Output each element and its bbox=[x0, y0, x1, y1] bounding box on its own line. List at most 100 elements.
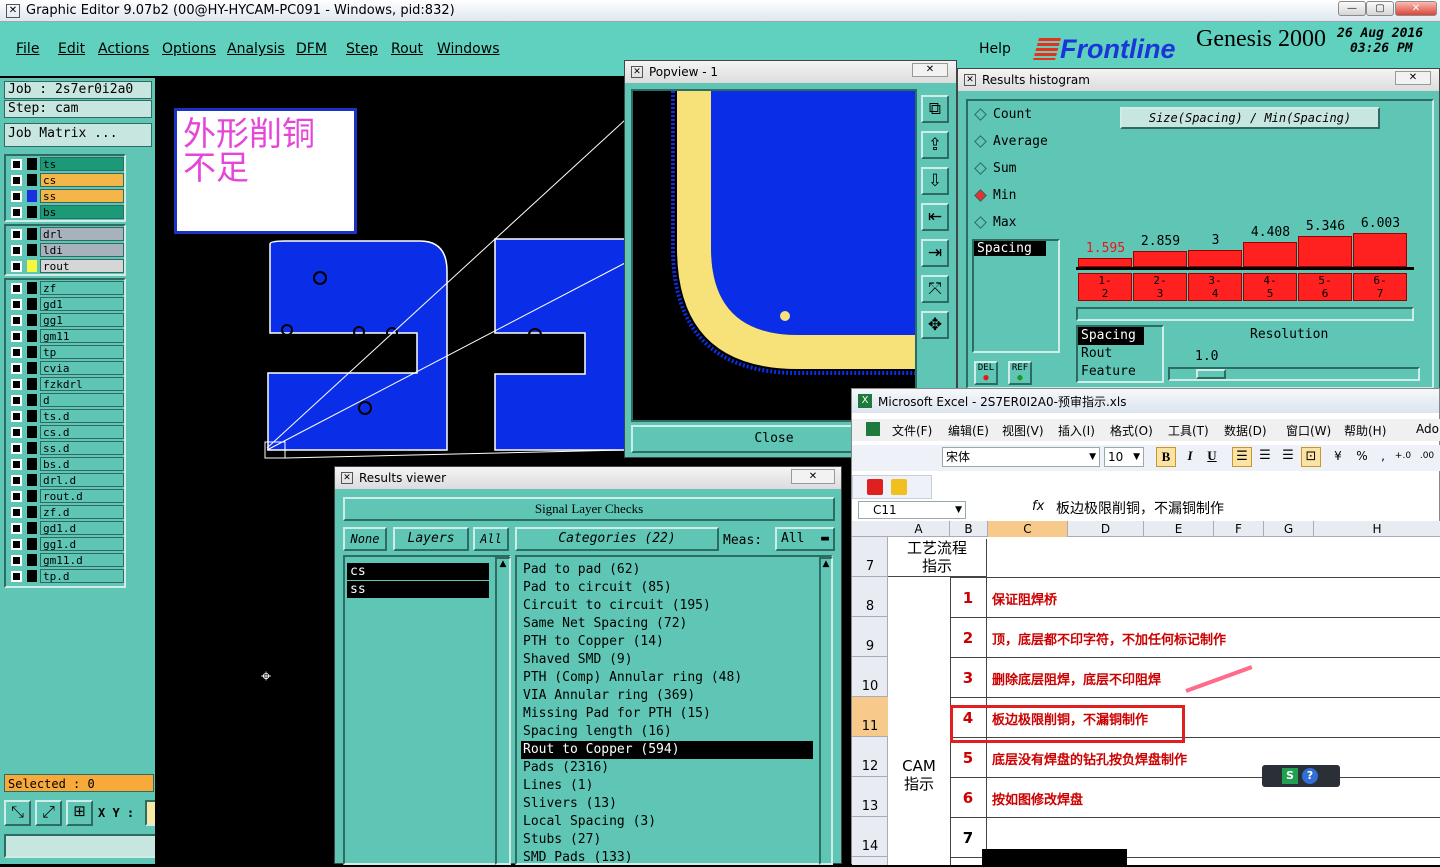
layer-row-gm11[interactable]: gm11 bbox=[8, 328, 124, 344]
move-left-icon[interactable]: ⇤ bbox=[921, 203, 949, 231]
download-icon[interactable]: ⇩ bbox=[921, 167, 949, 195]
align-left-icon[interactable]: ☰ bbox=[1232, 447, 1252, 467]
layer-checkbox[interactable] bbox=[11, 538, 22, 550]
layer-checkbox[interactable] bbox=[11, 314, 22, 326]
item-text[interactable]: 顶，底层都不印字符，不加任何标记制作 bbox=[992, 629, 1226, 648]
fit-all-icon[interactable]: ⤧ bbox=[921, 275, 949, 303]
layer-row-ss[interactable]: ss bbox=[8, 188, 124, 204]
row-number[interactable]: 9 bbox=[852, 617, 888, 657]
layer-row-ts[interactable]: ts bbox=[8, 156, 124, 172]
layer-checkbox[interactable] bbox=[11, 206, 22, 218]
bold-button[interactable]: B bbox=[1156, 447, 1176, 467]
item-text[interactable]: 删除底层阻焊，底层不印阻焊 bbox=[992, 669, 1161, 688]
category-item[interactable]: PTH to Copper (14) bbox=[521, 633, 813, 651]
layer-row-tp.d[interactable]: tp.d bbox=[8, 568, 124, 584]
align-center-icon[interactable]: ☰ bbox=[1255, 447, 1275, 467]
layer-row-fzkdrl[interactable]: fzkdrl bbox=[8, 376, 124, 392]
result-layer-ss[interactable]: ss bbox=[347, 581, 489, 598]
pdf-convert-icon[interactable] bbox=[891, 479, 907, 495]
layer-checkbox[interactable] bbox=[11, 330, 22, 342]
move-right-icon[interactable]: ⇥ bbox=[921, 239, 949, 267]
item-text[interactable]: 按如图修改焊盘 bbox=[992, 789, 1083, 808]
category-item[interactable]: Stubs (27) bbox=[521, 831, 813, 849]
histogram-bar[interactable] bbox=[1353, 232, 1407, 267]
tool-button-2[interactable]: ⤢ bbox=[35, 800, 62, 826]
merge-cells-icon[interactable]: ⊡ bbox=[1301, 447, 1321, 467]
name-box[interactable]: C11 ▼ bbox=[858, 501, 966, 519]
histogram-close-icon[interactable]: ✕ bbox=[1395, 71, 1431, 85]
maximize-button[interactable]: ▢ bbox=[1366, 1, 1394, 16]
category-item[interactable]: Missing Pad for PTH (15) bbox=[521, 705, 813, 723]
histogram-bar[interactable] bbox=[1133, 250, 1187, 267]
layer-row-bs.d[interactable]: bs.d bbox=[8, 456, 124, 472]
excel-menu-item[interactable]: 视图(V) bbox=[1002, 422, 1044, 439]
layer-row-cs[interactable]: cs bbox=[8, 172, 124, 188]
layer-checkbox[interactable] bbox=[11, 260, 22, 272]
popview-close-icon[interactable]: ✕ bbox=[912, 63, 948, 77]
excel-menu-item[interactable]: Adobe bbox=[1416, 422, 1440, 436]
excel-menu-item[interactable]: 插入(I) bbox=[1058, 422, 1095, 439]
column-header[interactable]: D bbox=[1068, 521, 1144, 537]
histogram-bar[interactable] bbox=[1298, 236, 1352, 267]
zoom-window-icon[interactable]: ⧉ bbox=[921, 95, 949, 123]
tool-button-1[interactable]: ⤡ bbox=[4, 800, 31, 826]
menu-step[interactable]: Step bbox=[346, 41, 378, 57]
list-spacing[interactable]: Spacing bbox=[972, 239, 1060, 353]
excel-menu-item[interactable]: 帮助(H) bbox=[1344, 422, 1386, 439]
italic-button[interactable]: I bbox=[1180, 447, 1200, 467]
layer-row-zf[interactable]: zf bbox=[8, 280, 124, 296]
item-number[interactable]: 3 bbox=[950, 669, 986, 687]
layer-row-gg1.d[interactable]: gg1.d bbox=[8, 536, 124, 552]
category-item[interactable]: Rout to Copper (594) bbox=[521, 741, 813, 759]
layer-checkbox[interactable] bbox=[11, 522, 22, 534]
layer-row-ts.d[interactable]: ts.d bbox=[8, 408, 124, 424]
histogram-scrollbar[interactable] bbox=[1076, 307, 1414, 321]
stat-option-min[interactable]: Min bbox=[974, 188, 1016, 203]
category-item[interactable]: PTH (Comp) Annular ring (48) bbox=[521, 669, 813, 687]
excel-menu-item[interactable]: 数据(D) bbox=[1224, 422, 1267, 439]
layer-checkbox[interactable] bbox=[11, 554, 22, 566]
underline-button[interactable]: U bbox=[1202, 447, 1222, 467]
layer-checkbox[interactable] bbox=[11, 174, 22, 186]
none-button[interactable]: None bbox=[343, 527, 387, 551]
layer-checkbox[interactable] bbox=[11, 190, 22, 202]
histogram-bar[interactable] bbox=[1188, 249, 1242, 267]
font-select[interactable]: 宋体 ▼ bbox=[942, 447, 1100, 467]
layer-row-drl.d[interactable]: drl.d bbox=[8, 472, 124, 488]
upload-icon[interactable]: ⇪ bbox=[921, 131, 949, 159]
ref-button[interactable]: REF ● bbox=[1008, 361, 1032, 385]
layer-list-scrollbar[interactable]: ▲ bbox=[495, 557, 511, 865]
category-item[interactable]: Same Net Spacing (72) bbox=[521, 615, 813, 633]
layer-checkbox[interactable] bbox=[11, 362, 22, 374]
category-item[interactable]: Slivers (13) bbox=[521, 795, 813, 813]
row-number[interactable]: 10 bbox=[852, 657, 888, 697]
column-header[interactable]: H bbox=[1314, 521, 1440, 537]
category-item[interactable]: Circuit to circuit (195) bbox=[521, 597, 813, 615]
menu-edit[interactable]: Edit bbox=[58, 41, 85, 57]
layer-checkbox[interactable] bbox=[11, 506, 22, 518]
stat-option-count[interactable]: Count bbox=[974, 107, 1032, 122]
currency-icon[interactable]: ¥ bbox=[1328, 447, 1348, 467]
layer-result-list[interactable]: cs ss bbox=[343, 555, 511, 865]
layer-row-rout.d[interactable]: rout.d bbox=[8, 488, 124, 504]
font-size-select[interactable]: 10 ▼ bbox=[1104, 447, 1144, 467]
comma-icon[interactable]: , bbox=[1376, 447, 1390, 467]
layer-checkbox[interactable] bbox=[11, 244, 22, 256]
layer-row-zf.d[interactable]: zf.d bbox=[8, 504, 124, 520]
row-number[interactable]: 11 bbox=[852, 697, 888, 737]
column-header[interactable]: C bbox=[988, 521, 1068, 537]
histogram-bar[interactable] bbox=[1078, 257, 1132, 267]
list-criteria[interactable]: Spacing Rout Feature bbox=[1076, 325, 1164, 383]
stat-option-max[interactable]: Max bbox=[974, 215, 1016, 230]
item-number[interactable]: 7 bbox=[950, 829, 986, 847]
pdf-icon[interactable] bbox=[867, 479, 883, 495]
histogram-bar[interactable] bbox=[1243, 241, 1297, 267]
category-list[interactable]: Pad to pad (62) Pad to circuit (85) Circui… bbox=[515, 555, 833, 865]
layer-checkbox[interactable] bbox=[11, 474, 22, 486]
layer-checkbox[interactable] bbox=[11, 158, 22, 170]
category-item[interactable]: Pads (2316) bbox=[521, 759, 813, 777]
layer-checkbox[interactable] bbox=[11, 282, 22, 294]
decrease-decimal-icon[interactable]: .00 bbox=[1416, 447, 1438, 467]
close-button[interactable]: ✕ bbox=[1395, 1, 1437, 16]
menu-file[interactable]: File bbox=[16, 41, 39, 57]
